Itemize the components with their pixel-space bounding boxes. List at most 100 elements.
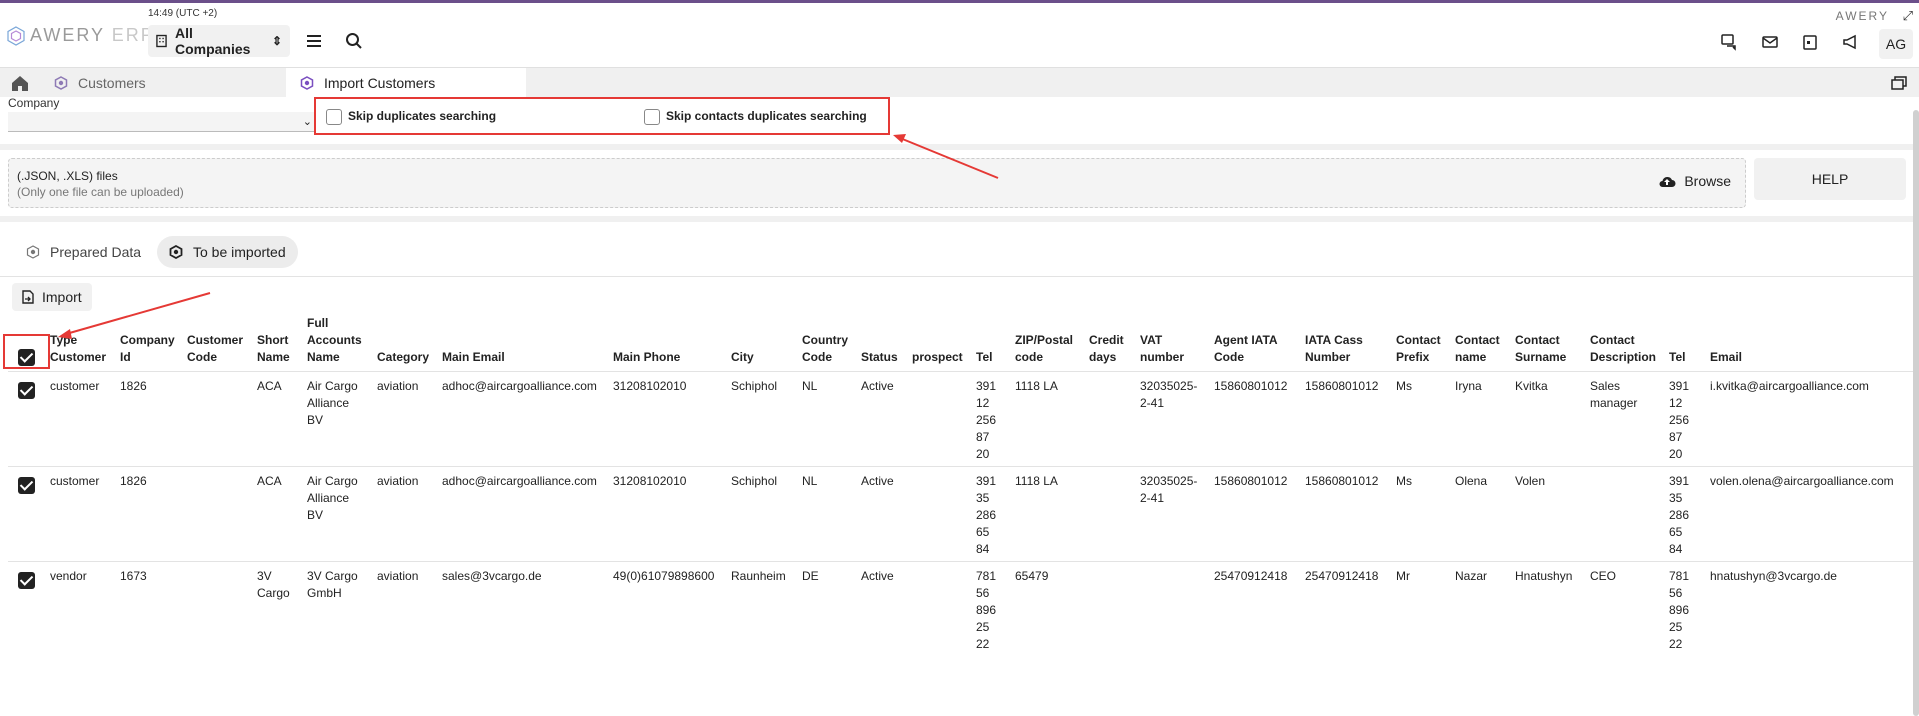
- column-header[interactable]: Short: [257, 332, 288, 349]
- table-cell: Ms: [1396, 474, 1412, 488]
- column-header[interactable]: Main Phone: [613, 349, 680, 366]
- table-cell: Iryna: [1455, 379, 1482, 393]
- table-cell: hnatushyn@3vcargo.de: [1710, 569, 1837, 583]
- row-divider: [8, 371, 1913, 372]
- column-header[interactable]: Name: [307, 349, 340, 366]
- menu-icon[interactable]: [304, 31, 324, 51]
- column-header[interactable]: Full: [307, 315, 328, 332]
- table-cell: Schiphol: [731, 379, 778, 393]
- column-header[interactable]: Contact: [1515, 332, 1560, 349]
- column-header[interactable]: Surname: [1515, 349, 1566, 366]
- column-header[interactable]: Agent IATA: [1214, 332, 1278, 349]
- column-header[interactable]: Code: [802, 349, 832, 366]
- table-cell: 2-41: [1140, 491, 1165, 505]
- column-header[interactable]: prospect: [912, 349, 963, 366]
- column-header[interactable]: Number: [1305, 349, 1350, 366]
- column-header[interactable]: code: [1015, 349, 1043, 366]
- table-cell: 25: [1669, 620, 1683, 634]
- file-upload-area[interactable]: (.JSON, .XLS) files (Only one file can b…: [8, 158, 1746, 208]
- column-header[interactable]: Accounts: [307, 332, 362, 349]
- help-button[interactable]: HELP: [1754, 158, 1906, 200]
- table-cell: BV: [307, 508, 324, 522]
- subtab-tobe-label: To be imported: [193, 244, 286, 260]
- tab-import-customers[interactable]: Import Customers: [286, 68, 526, 98]
- table-cell: 1673: [120, 569, 147, 583]
- column-header[interactable]: number: [1140, 349, 1184, 366]
- search-icon[interactable]: [344, 31, 364, 51]
- table-cell: 1826: [120, 474, 147, 488]
- table-cell: 20: [1669, 447, 1683, 461]
- table-cell: sales@3vcargo.de: [442, 569, 542, 583]
- table-cell: BV: [307, 413, 324, 427]
- clock-text: 14:49 (UTC +2): [148, 8, 218, 19]
- skip-contacts-duplicates-checkbox[interactable]: [644, 109, 660, 125]
- table-cell: Air Cargo: [307, 379, 358, 393]
- home-icon[interactable]: [10, 74, 30, 92]
- import-button[interactable]: Import: [12, 283, 92, 311]
- subtab-to-be-imported[interactable]: To be imported: [157, 236, 298, 268]
- column-header[interactable]: Customer: [187, 332, 243, 349]
- column-header[interactable]: VAT: [1140, 332, 1162, 349]
- logo-icon: [7, 25, 25, 46]
- chat-icon[interactable]: [1721, 33, 1739, 51]
- subtab-prepared-data[interactable]: Prepared Data: [14, 236, 153, 268]
- column-header[interactable]: days: [1089, 349, 1116, 366]
- column-header[interactable]: Contact: [1590, 332, 1635, 349]
- column-header[interactable]: Contact: [1396, 332, 1441, 349]
- window-restore-icon[interactable]: [1891, 76, 1907, 90]
- table-cell: 22: [976, 637, 990, 651]
- column-header[interactable]: City: [731, 349, 754, 366]
- column-header[interactable]: Email: [1710, 349, 1742, 366]
- column-header[interactable]: IATA Cass: [1305, 332, 1363, 349]
- calendar-icon[interactable]: [1801, 33, 1819, 51]
- column-header[interactable]: Id: [120, 349, 131, 366]
- column-header[interactable]: name: [1455, 349, 1486, 366]
- column-header[interactable]: Main Email: [442, 349, 505, 366]
- column-header[interactable]: Category: [377, 349, 429, 366]
- column-header[interactable]: Country: [802, 332, 848, 349]
- tab-customers[interactable]: Customers: [40, 68, 280, 98]
- row-checkbox[interactable]: [18, 382, 35, 399]
- column-header[interactable]: ZIP/Postal: [1015, 332, 1073, 349]
- avatar[interactable]: AG: [1879, 29, 1913, 59]
- skip-options-highlight: Skip duplicates searching Skip contacts …: [314, 97, 890, 135]
- import-label: Import: [42, 289, 82, 305]
- column-header[interactable]: Code: [187, 349, 217, 366]
- vertical-scrollbar[interactable]: [1913, 110, 1919, 716]
- app-logo[interactable]: AWERY ERP: [6, 25, 155, 46]
- skip-duplicates-label: Skip duplicates searching: [348, 109, 497, 123]
- column-header[interactable]: Customer: [50, 349, 106, 366]
- column-header[interactable]: Tel: [976, 349, 992, 366]
- column-header[interactable]: Prefix: [1396, 349, 1429, 366]
- subtab-prepared-label: Prepared Data: [50, 244, 142, 260]
- column-header[interactable]: Description: [1590, 349, 1656, 366]
- table-cell: NL: [802, 379, 818, 393]
- expand-icon[interactable]: ⤢: [1903, 8, 1913, 24]
- mail-icon[interactable]: [1761, 33, 1779, 51]
- browse-button[interactable]: Browse: [1658, 173, 1731, 189]
- table-cell: 25470912418: [1305, 569, 1379, 583]
- company-dropdown[interactable]: ⌄: [8, 112, 316, 132]
- column-header[interactable]: Credit: [1089, 332, 1124, 349]
- table-cell: 12: [976, 396, 990, 410]
- column-header[interactable]: Contact: [1455, 332, 1500, 349]
- row-checkbox[interactable]: [18, 572, 35, 589]
- header-actions: [1721, 33, 1859, 51]
- column-header[interactable]: Code: [1214, 349, 1244, 366]
- column-header[interactable]: Type: [50, 332, 77, 349]
- column-header[interactable]: Status: [861, 349, 898, 366]
- column-header[interactable]: Tel: [1669, 349, 1685, 366]
- section-divider: [0, 276, 1919, 277]
- row-checkbox[interactable]: [18, 477, 35, 494]
- table-cell: 32035025-: [1140, 379, 1198, 393]
- table-cell: Olena: [1455, 474, 1488, 488]
- company-select[interactable]: All Companies ⇕: [148, 25, 290, 57]
- table-cell: 1118 LA: [1015, 474, 1058, 488]
- table-cell: 391: [1669, 474, 1690, 488]
- megaphone-icon[interactable]: [1841, 33, 1859, 51]
- table-cell: 32035025-: [1140, 474, 1198, 488]
- table-cell: 781: [1669, 569, 1690, 583]
- column-header[interactable]: Company: [120, 332, 175, 349]
- column-header[interactable]: Name: [257, 349, 290, 366]
- skip-duplicates-checkbox[interactable]: [326, 109, 342, 125]
